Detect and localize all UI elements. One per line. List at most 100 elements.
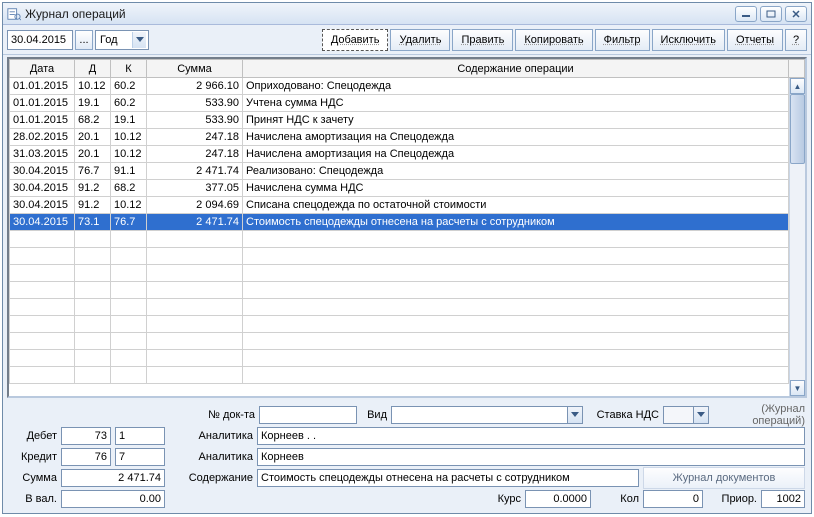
docno-input[interactable]: [259, 406, 357, 424]
table-row[interactable]: 30.04.201591.210.122 094.69Списана спецо…: [10, 197, 805, 214]
date-input[interactable]: [7, 30, 73, 50]
col-date[interactable]: Дата: [10, 60, 75, 78]
prior-input[interactable]: [761, 490, 805, 508]
grid-table[interactable]: Дата Д К Сумма Содержание операции 01.01…: [9, 59, 805, 384]
cell-desc[interactable]: Стоимость спецодежды отнесена на расчеты…: [243, 214, 789, 231]
table-row-empty[interactable]: [10, 367, 805, 384]
cell-d[interactable]: 73.1: [75, 214, 111, 231]
debet-sub-input[interactable]: [115, 427, 165, 445]
cell-k[interactable]: 19.1: [111, 112, 147, 129]
cell-k[interactable]: 60.2: [111, 78, 147, 95]
scroll-down-button[interactable]: ▼: [790, 380, 805, 396]
inval-input[interactable]: [61, 490, 165, 508]
doc-journal-button[interactable]: Журнал документов: [643, 467, 805, 489]
col-kredit[interactable]: К: [111, 60, 147, 78]
reports-button[interactable]: Отчеты: [727, 29, 783, 51]
analytic1-input[interactable]: [257, 427, 805, 445]
maximize-button[interactable]: [760, 6, 782, 22]
cell-desc[interactable]: Реализовано: Спецодежда: [243, 163, 789, 180]
cell-date[interactable]: 01.01.2015: [10, 112, 75, 129]
sum-input[interactable]: [61, 469, 165, 487]
cell-k[interactable]: 91.1: [111, 163, 147, 180]
cell-d[interactable]: 10.12: [75, 78, 111, 95]
table-row[interactable]: 31.03.201520.110.12247.18Начислена аморт…: [10, 146, 805, 163]
col-desc[interactable]: Содержание операции: [243, 60, 789, 78]
table-row[interactable]: 30.04.201591.268.2377.05Начислена сумма …: [10, 180, 805, 197]
table-row-empty[interactable]: [10, 265, 805, 282]
cell-d[interactable]: 20.1: [75, 129, 111, 146]
cell-sum[interactable]: 247.18: [147, 146, 243, 163]
table-row-empty[interactable]: [10, 333, 805, 350]
cell-k[interactable]: 76.7: [111, 214, 147, 231]
cell-date[interactable]: 28.02.2015: [10, 129, 75, 146]
delete-button[interactable]: Удалить: [390, 29, 450, 51]
col-debet[interactable]: Д: [75, 60, 111, 78]
exclude-button[interactable]: Исключить: [652, 29, 725, 51]
vat-combo[interactable]: [663, 406, 709, 424]
cell-k[interactable]: 68.2: [111, 180, 147, 197]
table-row-empty[interactable]: [10, 299, 805, 316]
cell-d[interactable]: 68.2: [75, 112, 111, 129]
edit-button[interactable]: Править: [452, 29, 513, 51]
table-row-empty[interactable]: [10, 282, 805, 299]
cell-k[interactable]: 10.12: [111, 197, 147, 214]
table-row[interactable]: 01.01.201519.160.2533.90Учтена сумма НДС: [10, 95, 805, 112]
date-picker-button[interactable]: ...: [75, 30, 93, 50]
cell-k[interactable]: 10.12: [111, 146, 147, 163]
cell-date[interactable]: 01.01.2015: [10, 95, 75, 112]
cell-desc[interactable]: Оприходовано: Спецодежда: [243, 78, 789, 95]
vid-combo[interactable]: [391, 406, 583, 424]
cell-d[interactable]: 76.7: [75, 163, 111, 180]
table-row[interactable]: 01.01.201510.1260.22 966.10Оприходовано:…: [10, 78, 805, 95]
table-row[interactable]: 30.04.201576.791.12 471.74Реализовано: С…: [10, 163, 805, 180]
analytic2-input[interactable]: [257, 448, 805, 466]
cell-sum[interactable]: 2 471.74: [147, 163, 243, 180]
cell-d[interactable]: 19.1: [75, 95, 111, 112]
debet-acc-input[interactable]: [61, 427, 111, 445]
cell-desc[interactable]: Учтена сумма НДС: [243, 95, 789, 112]
cell-k[interactable]: 60.2: [111, 95, 147, 112]
qty-input[interactable]: [643, 490, 703, 508]
add-button[interactable]: Добавить: [322, 29, 389, 51]
table-row-empty[interactable]: [10, 248, 805, 265]
cell-sum[interactable]: 247.18: [147, 129, 243, 146]
cell-date[interactable]: 30.04.2015: [10, 180, 75, 197]
table-row[interactable]: 01.01.201568.219.1533.90Принят НДС к зач…: [10, 112, 805, 129]
cell-date[interactable]: 30.04.2015: [10, 197, 75, 214]
cell-desc[interactable]: Принят НДС к зачету: [243, 112, 789, 129]
cell-date[interactable]: 30.04.2015: [10, 214, 75, 231]
filter-button[interactable]: Фильтр: [595, 29, 650, 51]
vertical-scrollbar[interactable]: ▲ ▼: [789, 78, 805, 396]
scroll-thumb[interactable]: [790, 94, 805, 164]
content-input[interactable]: [257, 469, 639, 487]
cell-desc[interactable]: Начислена амортизация на Спецодежда: [243, 129, 789, 146]
table-row[interactable]: 28.02.201520.110.12247.18Начислена аморт…: [10, 129, 805, 146]
cell-d[interactable]: 20.1: [75, 146, 111, 163]
help-button[interactable]: ?: [785, 29, 807, 51]
cell-desc[interactable]: Начислена амортизация на Спецодежда: [243, 146, 789, 163]
cell-date[interactable]: 01.01.2015: [10, 78, 75, 95]
cell-sum[interactable]: 533.90: [147, 112, 243, 129]
col-sum[interactable]: Сумма: [147, 60, 243, 78]
kredit-acc-input[interactable]: [61, 448, 111, 466]
cell-desc[interactable]: Списана спецодежда по остаточной стоимос…: [243, 197, 789, 214]
cell-sum[interactable]: 2 471.74: [147, 214, 243, 231]
cell-sum[interactable]: 2 966.10: [147, 78, 243, 95]
cell-sum[interactable]: 2 094.69: [147, 197, 243, 214]
cell-desc[interactable]: Начислена сумма НДС: [243, 180, 789, 197]
cell-sum[interactable]: 533.90: [147, 95, 243, 112]
period-combo[interactable]: Год: [95, 30, 149, 50]
rate-input[interactable]: [525, 490, 591, 508]
table-row[interactable]: 30.04.201573.176.72 471.74Стоимость спец…: [10, 214, 805, 231]
kredit-sub-input[interactable]: [115, 448, 165, 466]
cell-k[interactable]: 10.12: [111, 129, 147, 146]
table-row-empty[interactable]: [10, 231, 805, 248]
cell-d[interactable]: 91.2: [75, 180, 111, 197]
table-row-empty[interactable]: [10, 316, 805, 333]
copy-button[interactable]: Копировать: [515, 29, 592, 51]
table-row-empty[interactable]: [10, 350, 805, 367]
cell-date[interactable]: 31.03.2015: [10, 146, 75, 163]
cell-d[interactable]: 91.2: [75, 197, 111, 214]
scroll-up-button[interactable]: ▲: [790, 78, 805, 94]
close-button[interactable]: [785, 6, 807, 22]
